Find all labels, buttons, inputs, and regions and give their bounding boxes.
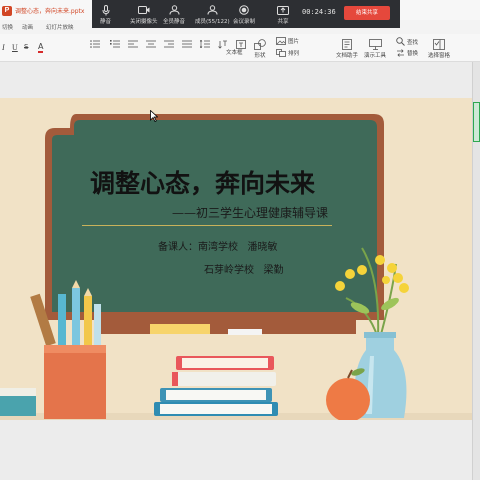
strikethrough-button[interactable]: S	[24, 43, 28, 51]
align-left-button[interactable]	[128, 40, 138, 48]
font-color-button[interactable]: A	[38, 42, 44, 53]
align-center-button[interactable]	[146, 40, 156, 48]
mute-all-icon	[169, 4, 180, 16]
align-right-button[interactable]	[164, 40, 174, 48]
justify-button[interactable]	[182, 40, 192, 48]
italic-button[interactable]: I	[2, 43, 5, 52]
assistant-icon	[341, 38, 353, 51]
arrange-button[interactable]: 排列	[276, 49, 299, 57]
image-label: 图片	[288, 39, 300, 45]
tab-slideshow[interactable]: 幻灯片放映	[46, 23, 74, 31]
microphone-icon	[102, 4, 110, 16]
doc-assistant-button[interactable]: 文档助手	[336, 38, 358, 59]
ribbon-toolbar: I U S A 文本框 形状 图片 排列 文档助手 演示工具 查找 替换 选择窗…	[0, 34, 480, 62]
textbox-label: 文本框	[226, 50, 243, 56]
find-button[interactable]: 查找	[396, 37, 418, 46]
shapes-icon	[254, 38, 266, 51]
preparer-line-2[interactable]: 石芽岭学校 梁勤	[204, 261, 284, 276]
image-button[interactable]: 图片	[276, 37, 299, 45]
share-screen-icon	[277, 4, 289, 16]
meeting-timer: 00:24:36	[302, 8, 336, 16]
presenter-icon	[368, 38, 382, 51]
video-thumbnail[interactable]	[473, 102, 480, 142]
chalkboard	[45, 114, 384, 335]
italic-icon: I	[2, 43, 5, 52]
document-tab[interactable]: P 调整心态，奔向未来.pptx	[2, 4, 84, 17]
align-left-icon	[128, 40, 138, 48]
align-center-icon	[146, 40, 156, 48]
document-title: 调整心态，奔向未来.pptx	[15, 8, 85, 15]
slide-subtitle[interactable]: ——初三学生心理健康辅导课	[172, 204, 328, 221]
font-color-icon: A	[38, 42, 44, 53]
line-spacing-button[interactable]	[200, 40, 210, 48]
left-books	[0, 388, 36, 416]
members-icon	[207, 4, 218, 16]
underline-icon: U	[12, 43, 18, 52]
record-icon	[239, 4, 249, 16]
stop-share-button[interactable]: 结束共享	[344, 6, 390, 20]
line-spacing-icon	[200, 40, 210, 48]
replace-icon	[397, 49, 404, 57]
arrange-label: 排列	[288, 51, 300, 57]
selection-pane-icon	[433, 38, 445, 51]
camera-icon	[137, 4, 150, 16]
selection-pane-button[interactable]: 选择窗格	[428, 38, 450, 59]
justify-icon	[182, 40, 192, 48]
strikethrough-icon: S	[24, 43, 29, 51]
assistant-label: 文档助手	[336, 53, 359, 59]
slide-artwork	[0, 98, 472, 420]
presentation-file-icon: P	[2, 5, 12, 16]
presenter-tools-button[interactable]: 演示工具	[364, 38, 386, 59]
shape-button[interactable]: 形状	[254, 38, 266, 59]
image-icon	[276, 37, 286, 45]
search-icon	[396, 37, 405, 46]
replace-button[interactable]: 替换	[396, 49, 418, 57]
cursor-arrow-icon	[150, 109, 159, 123]
shape-label: 形状	[254, 53, 266, 59]
underline-button[interactable]: U	[12, 43, 18, 52]
selection-pane-label: 选择窗格	[428, 53, 451, 59]
numbering-button[interactable]	[110, 40, 120, 48]
numbered-list-icon	[110, 40, 120, 48]
arrange-icon	[276, 49, 286, 57]
mouse-cursor	[150, 109, 159, 124]
slide-title[interactable]: 调整心态，奔向未来	[90, 164, 315, 200]
preparer-line-1[interactable]: 备课人：南湾学校 潘晓敏	[158, 238, 278, 253]
replace-label: 替换	[407, 51, 419, 57]
tab-animation[interactable]: 动画	[22, 23, 33, 31]
presenter-label: 演示工具	[364, 53, 387, 59]
tab-transitions[interactable]: 切换	[2, 23, 13, 31]
ribbon-menu: 切换 动画 幻灯片放映	[0, 20, 480, 34]
find-label: 查找	[407, 39, 419, 46]
textbox-button[interactable]: 文本框	[226, 48, 243, 56]
bullets-button[interactable]	[90, 40, 100, 48]
slide[interactable]: 调整心态，奔向未来 ——初三学生心理健康辅导课 备课人：南湾学校 潘晓敏 石芽岭…	[0, 98, 472, 420]
align-right-icon	[164, 40, 174, 48]
bullet-list-icon	[90, 40, 100, 48]
